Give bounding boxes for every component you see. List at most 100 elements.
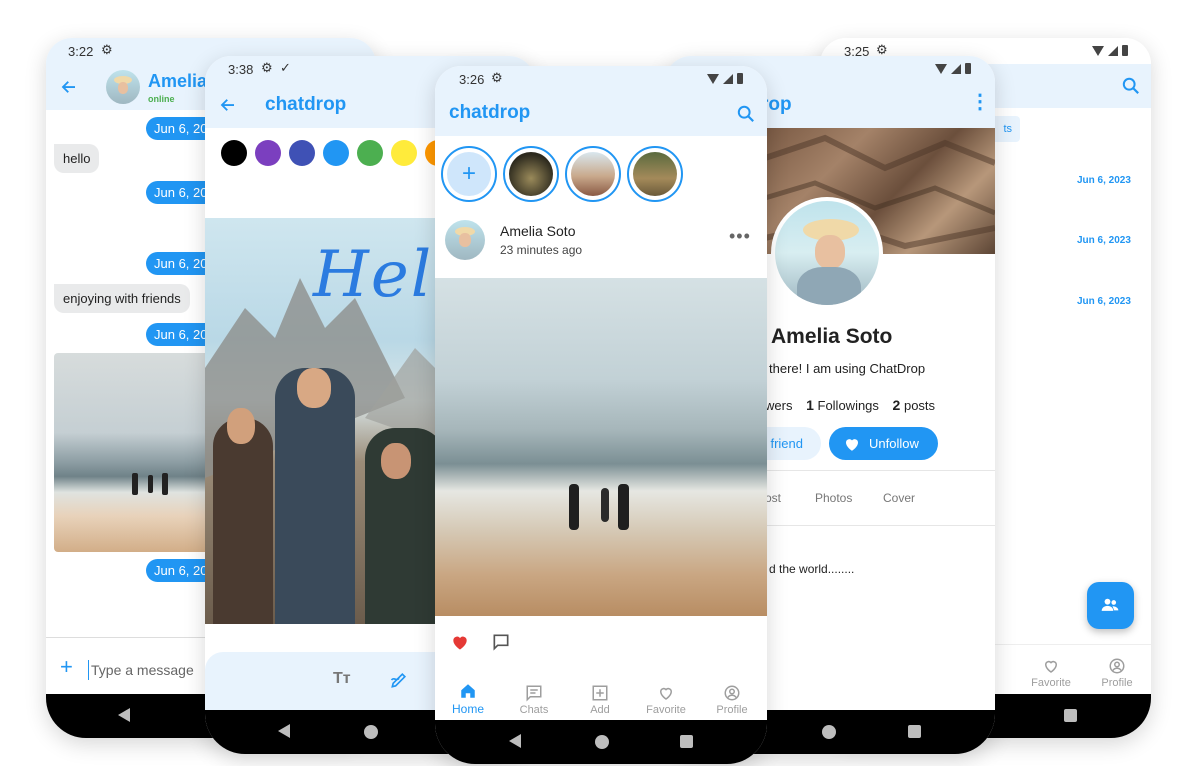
color-palette: [221, 140, 451, 166]
tab-chats[interactable]: Chats: [501, 684, 567, 716]
back-button[interactable]: [278, 724, 290, 738]
home-button[interactable]: [364, 725, 378, 739]
status-time: 3:26: [459, 72, 485, 87]
search-icon[interactable]: [1122, 77, 1140, 95]
settings-status-icon: ⚙: [101, 42, 113, 57]
more-icon[interactable]: ⋮: [970, 91, 990, 113]
tab-photos[interactable]: Photos: [815, 491, 852, 505]
phone-feed: 3:26 ⚙ chatdrop + Amelia Soto 23 minutes…: [435, 66, 767, 764]
draw-tool-icon[interactable]: [389, 670, 409, 690]
system-nav-bar: [435, 720, 767, 764]
person: [213, 418, 273, 624]
tab-label: Favorite: [1031, 677, 1071, 689]
person-face: [297, 368, 331, 408]
status-time: 3:22: [68, 44, 94, 59]
tab-home[interactable]: Home: [435, 682, 501, 716]
story-avatar[interactable]: [503, 146, 559, 202]
tab-favorite[interactable]: Favorite: [1018, 657, 1084, 689]
color-swatch[interactable]: [221, 140, 247, 166]
tab-profile[interactable]: Profile: [699, 684, 765, 716]
posts-label: posts: [903, 398, 936, 413]
person-face: [381, 443, 411, 479]
followers-label: wers: [765, 398, 793, 413]
avatar[interactable]: [445, 220, 485, 260]
app-title: chatdrop: [449, 102, 531, 123]
home-button[interactable]: [595, 735, 609, 749]
avatar[interactable]: [771, 197, 883, 309]
tab-label: Chats: [519, 704, 549, 716]
color-swatch[interactable]: [289, 140, 315, 166]
recents-button[interactable]: [908, 725, 921, 738]
person: [618, 484, 629, 530]
back-arrow-icon[interactable]: [219, 96, 237, 114]
bottom-nav: Home Chats Add Favorite Profile: [435, 672, 767, 722]
profile-icon: [1109, 658, 1125, 674]
post-author[interactable]: Amelia Soto: [500, 223, 575, 239]
tab-label: Add: [590, 704, 610, 716]
recents-button[interactable]: [1064, 709, 1077, 722]
back-arrow-icon[interactable]: [60, 78, 78, 96]
post-text: d the world........: [769, 562, 855, 576]
contact-name: Amelia: [148, 71, 208, 91]
signal-icons: [1092, 45, 1128, 56]
heart-icon: [846, 439, 858, 451]
comment-icon[interactable]: [491, 632, 511, 652]
profile-bio: there! I am using ChatDrop: [769, 361, 926, 376]
app-title: chatdrop: [265, 94, 347, 115]
signal-icons: [707, 73, 743, 84]
post-header: Amelia Soto 23 minutes ago •••: [435, 214, 767, 274]
person-face: [227, 408, 255, 444]
avatar[interactable]: [106, 70, 140, 104]
color-swatch[interactable]: [391, 140, 417, 166]
tab-label: Favorite: [646, 704, 686, 716]
followings-label: Followings: [817, 398, 879, 413]
fab-contacts[interactable]: [1087, 582, 1134, 629]
heart-outline-icon: [1044, 660, 1058, 673]
more-options-icon[interactable]: •••: [729, 226, 751, 247]
received-message: hello: [54, 144, 100, 173]
post-image[interactable]: [435, 278, 767, 616]
stories-row: +: [441, 146, 683, 202]
add-icon: [592, 685, 608, 701]
tab-profile[interactable]: Profile: [1084, 657, 1150, 689]
post-time: 23 minutes ago: [500, 243, 583, 257]
recents-button[interactable]: [680, 735, 693, 748]
posts-count: 2: [892, 397, 901, 413]
back-button[interactable]: [118, 708, 130, 722]
home-button[interactable]: [822, 725, 836, 739]
settings-status-icon: ⚙: [491, 70, 503, 85]
chats-icon: [526, 685, 542, 702]
person: [569, 484, 579, 530]
unfollow-button[interactable]: Unfollow: [829, 427, 938, 460]
post-actions: [435, 622, 767, 662]
tab-favorite[interactable]: Favorite: [633, 684, 699, 716]
tab-label: Profile: [716, 704, 748, 716]
download-status-icon: ✓: [280, 60, 291, 75]
profile-icon: [724, 685, 740, 701]
color-swatch[interactable]: [323, 140, 349, 166]
chat-date: Jun 6, 2023: [1077, 175, 1131, 186]
color-swatch[interactable]: [357, 140, 383, 166]
chat-date: Jun 6, 2023: [1077, 235, 1131, 246]
signal-icons: [935, 63, 971, 74]
tab-add[interactable]: Add: [567, 684, 633, 716]
color-swatch[interactable]: [255, 140, 281, 166]
chat-date: Jun 6, 2023: [1077, 296, 1131, 307]
back-button[interactable]: [509, 734, 521, 748]
settings-status-icon: ⚙: [261, 60, 273, 75]
tab-cover[interactable]: Cover: [883, 491, 915, 505]
story-avatar[interactable]: [627, 146, 683, 202]
person: [601, 488, 609, 522]
like-heart-icon[interactable]: [450, 632, 470, 652]
tab-label: Profile: [1101, 677, 1133, 689]
add-story-button[interactable]: +: [441, 146, 497, 202]
story-avatar[interactable]: [565, 146, 621, 202]
followings-count: 1: [806, 397, 814, 413]
status-time: 3:38: [228, 62, 254, 77]
tab-post[interactable]: ost: [765, 491, 781, 505]
add-attachment-icon[interactable]: +: [60, 656, 73, 678]
text-tool-icon[interactable]: Tт: [333, 670, 351, 688]
image-message[interactable]: [54, 353, 224, 552]
group-icon: [1101, 598, 1119, 611]
search-icon[interactable]: [737, 105, 755, 123]
